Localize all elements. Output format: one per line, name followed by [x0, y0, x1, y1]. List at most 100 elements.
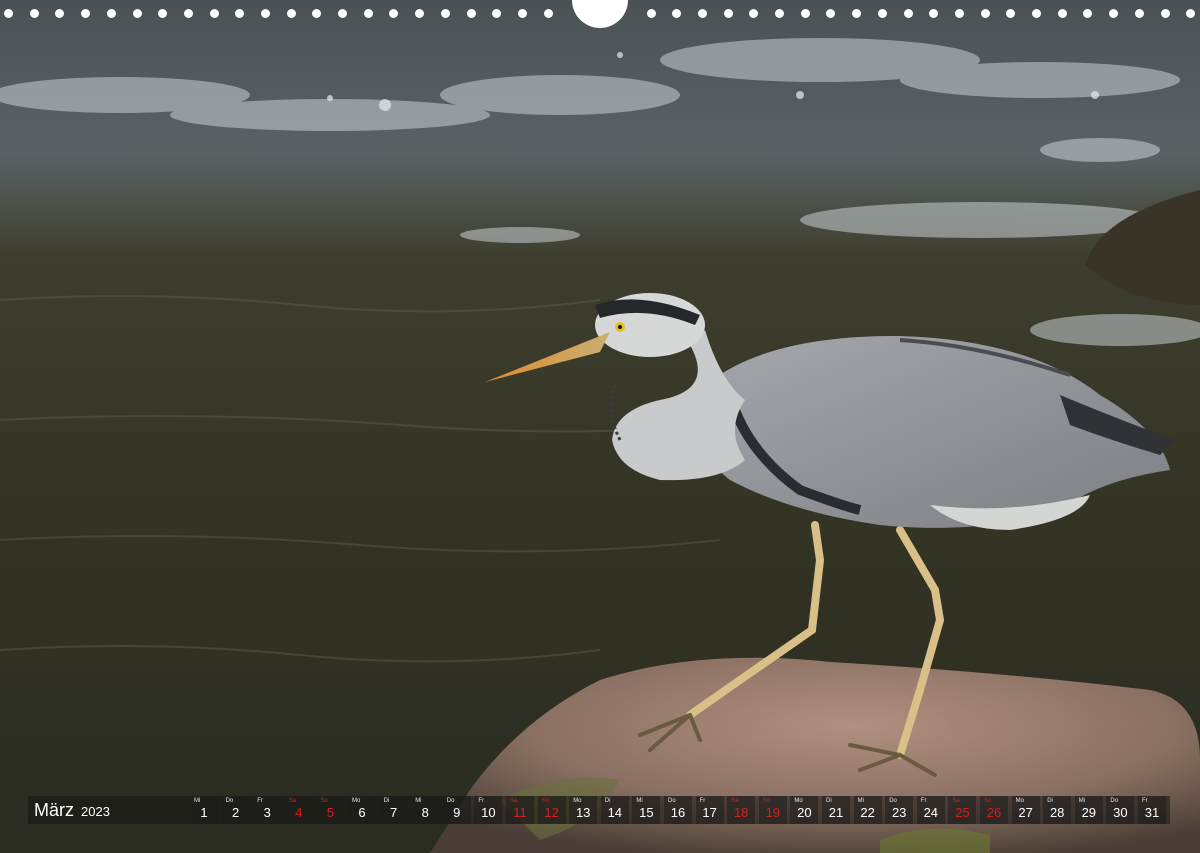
day-cell: Mo 27 [1011, 796, 1040, 824]
day-cell: Mi 29 [1074, 796, 1103, 824]
binding-hole [210, 9, 219, 18]
day-weekday: Fr [478, 798, 485, 804]
day-number: 5 [326, 805, 334, 820]
day-weekday: Do [225, 798, 234, 804]
binding-hole [955, 9, 964, 18]
day-number: 21 [828, 805, 844, 820]
day-number: 15 [639, 805, 654, 820]
day-number: 29 [1081, 805, 1097, 820]
day-weekday: So [762, 798, 771, 804]
day-cell: Sa 11 [506, 796, 534, 824]
binding-hole [1161, 9, 1170, 18]
day-weekday: So [320, 798, 328, 804]
binding-hole [1058, 9, 1067, 18]
day-weekday: Fr [257, 798, 263, 804]
day-number: 1 [200, 805, 208, 820]
day-weekday: Sa [288, 798, 297, 804]
binding-hole [158, 9, 167, 18]
binding-hole [338, 9, 347, 18]
day-cell: Fr 24 [916, 796, 945, 824]
day-number: 27 [1018, 805, 1033, 820]
binding-hole [364, 9, 373, 18]
day-number: 14 [607, 805, 623, 820]
day-cell: So 26 [980, 796, 1008, 824]
binding-hole [389, 9, 398, 18]
binding-hole [312, 9, 321, 18]
day-weekday: Sa [510, 798, 518, 804]
calendar-page: März 2023 Mi 1 Do 2 Fr 3 Sa 4 So 5 Mo 6 Di 7 Mi 8 Do 9 Fr 1… [0, 0, 1200, 853]
day-number: 19 [765, 805, 781, 820]
day-cell: So 19 [758, 796, 787, 824]
day-cell: Mi 8 [411, 796, 440, 824]
calendar-strip: März 2023 Mi 1 Do 2 Fr 3 Sa 4 So 5 Mo 6 Di 7 Mi 8 Do 9 Fr 1… [28, 796, 1170, 824]
binding-hole [904, 9, 913, 18]
binding-hole [441, 9, 450, 18]
day-weekday: Mo [1015, 798, 1024, 804]
binding-hole [1135, 9, 1144, 18]
day-number: 20 [797, 805, 812, 820]
month-year: 2023 [81, 804, 110, 819]
binding-hole [1186, 9, 1195, 18]
day-number: 26 [986, 805, 1002, 820]
binding-hole [544, 9, 553, 18]
binding-hole [518, 9, 527, 18]
binding-hole [467, 9, 476, 18]
binding-hole [878, 9, 887, 18]
day-cell: Do 30 [1106, 796, 1135, 824]
day-number: 8 [421, 805, 429, 820]
binding-hole [826, 9, 835, 18]
day-weekday: Mo [352, 798, 361, 804]
day-cell: So 5 [316, 796, 345, 824]
day-number: 24 [923, 805, 939, 820]
binding-hole [981, 9, 990, 18]
day-weekday: Do [668, 798, 676, 804]
binding-hole [4, 9, 13, 18]
day-number: 25 [955, 805, 970, 820]
binding-hole [184, 9, 193, 18]
binding-hole [261, 9, 270, 18]
day-weekday: So [541, 798, 549, 804]
day-weekday: Sa [952, 798, 960, 804]
day-weekday: So [984, 798, 992, 804]
binding-hole [107, 9, 116, 18]
day-cell: Fr 31 [1138, 796, 1166, 824]
binding-hole [81, 9, 90, 18]
day-weekday: Do [446, 798, 455, 804]
day-cell: Sa 18 [727, 796, 756, 824]
day-number: 17 [702, 805, 717, 820]
binding-hole [672, 9, 681, 18]
day-weekday: Do [889, 798, 897, 804]
day-weekday: Mi [636, 798, 643, 804]
day-cell: Fr 10 [474, 796, 503, 824]
day-weekday: Di [826, 798, 832, 804]
day-cell: Di 28 [1043, 796, 1072, 824]
day-weekday: Sa [731, 798, 739, 804]
day-weekday: Di [383, 798, 390, 804]
day-cell: Di 7 [379, 796, 408, 824]
day-number: 13 [575, 805, 591, 820]
day-number: 7 [389, 805, 398, 820]
day-cell: Sa 4 [284, 796, 313, 824]
day-weekday: Mo [573, 798, 582, 804]
day-cell: Mi 1 [190, 796, 218, 824]
day-number: 31 [1144, 805, 1160, 820]
day-cell: Di 21 [822, 796, 850, 824]
day-cell: Mo 13 [569, 796, 598, 824]
day-number: 6 [358, 805, 366, 820]
day-cell: Mi 15 [632, 796, 661, 824]
day-number: 16 [670, 805, 686, 820]
day-number: 10 [481, 805, 496, 820]
day-cell: Do 16 [664, 796, 692, 824]
day-weekday: Di [604, 798, 611, 804]
binding-hole [801, 9, 810, 18]
day-cell: Di 14 [600, 796, 629, 824]
binding-hole [1109, 9, 1118, 18]
day-cell: Sa 25 [948, 796, 977, 824]
day-weekday: Mo [794, 798, 803, 804]
binding-hole [30, 9, 39, 18]
binding-hole [1006, 9, 1015, 18]
day-weekday: Do [1110, 798, 1119, 804]
day-cell: Mo 6 [348, 796, 376, 824]
day-cell: Mi 22 [853, 796, 882, 824]
day-cell: Do 2 [221, 796, 250, 824]
